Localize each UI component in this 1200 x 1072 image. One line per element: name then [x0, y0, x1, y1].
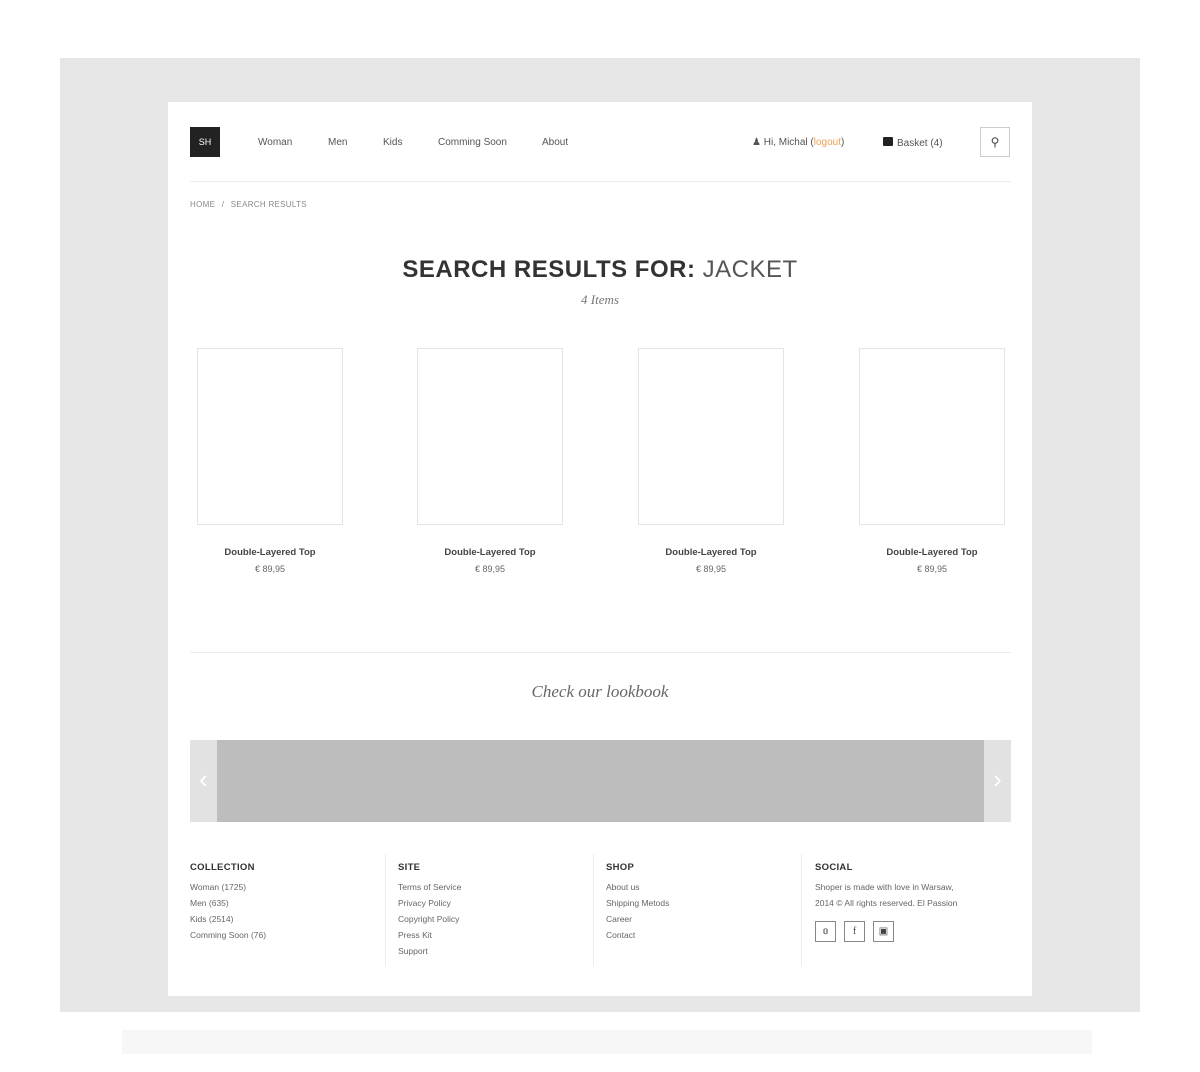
search-query: JACKET [702, 256, 798, 283]
greeting-text: Hi, Michal ( [763, 137, 814, 148]
footer-link[interactable]: Contact [606, 927, 669, 943]
page-card: SH Woman Men Kids Comming Soon About ♟ H… [168, 102, 1032, 996]
product-card[interactable]: Double-Layered Top € 89,95 [638, 348, 784, 574]
product-price: € 89,95 [916, 564, 948, 574]
footer-divider [801, 854, 802, 966]
basket-link[interactable]: Basket (4) [883, 137, 943, 149]
product-card[interactable]: Double-Layered Top € 89,95 [197, 348, 343, 574]
chevron-left-icon[interactable]: ‹ [190, 764, 217, 795]
footer-heading: SOCIAL [815, 862, 853, 873]
backdrop-shadow [122, 1030, 1092, 1054]
result-count: 4 Items [581, 292, 619, 307]
twitter-icon[interactable]: 𝕠 [815, 921, 836, 942]
product-name[interactable]: Double-Layered Top [859, 547, 1005, 558]
product-name[interactable]: Double-Layered Top [417, 547, 563, 558]
chevron-right-icon[interactable]: › [984, 764, 1011, 795]
basket-label: Basket (4) [897, 138, 943, 149]
footer-link[interactable]: Press Kit [398, 927, 461, 943]
footer-link[interactable]: Comming Soon (76) [190, 927, 266, 943]
greeting-end: ) [841, 137, 845, 148]
footer-link[interactable]: Terms of Service [398, 879, 461, 895]
footer-link[interactable]: Shipping Metods [606, 895, 669, 911]
page-title: SEARCH RESULTS FOR: JACKET [168, 256, 1032, 284]
footer-link[interactable]: Men (635) [190, 895, 266, 911]
nav-woman[interactable]: Woman [258, 137, 292, 148]
footer-link[interactable]: Copyright Policy [398, 911, 461, 927]
footer-social: SOCIAL Shoper is made with love in Warsa… [815, 860, 957, 942]
logo[interactable]: SH [190, 127, 220, 157]
product-price: € 89,95 [254, 564, 286, 574]
footer-link[interactable]: Support [398, 943, 461, 959]
logout-link[interactable]: logout [814, 137, 841, 148]
nav-about[interactable]: About [542, 137, 568, 148]
product-image[interactable] [859, 348, 1005, 525]
breadcrumb: HOME / SEARCH RESULTS [190, 200, 307, 209]
footer-text: 2014 © All rights reserved. El Passion [815, 898, 958, 908]
footer-link[interactable]: Woman (1725) [190, 879, 266, 895]
nav-men[interactable]: Men [328, 137, 347, 148]
carousel-slide[interactable] [217, 740, 984, 822]
footer-collection: COLLECTION Woman (1725) Men (635) Kids (… [190, 860, 266, 943]
search-button[interactable]: ⚲ [980, 127, 1010, 157]
user-icon: ♟ [752, 137, 761, 148]
product-price: € 89,95 [695, 564, 727, 574]
product-image[interactable] [417, 348, 563, 525]
lookbook-carousel: ‹ › [190, 740, 1011, 822]
breadcrumb-current: SEARCH RESULTS [230, 200, 307, 209]
footer-divider [385, 854, 386, 966]
footer-heading: SHOP [606, 862, 635, 873]
footer-link[interactable]: Career [606, 911, 669, 927]
user-greeting: ♟ Hi, Michal (logout) [752, 137, 844, 148]
footer-heading: COLLECTION [190, 862, 255, 873]
footer-heading: SITE [398, 862, 421, 873]
footer-site: SITE Terms of Service Privacy Policy Cop… [398, 860, 461, 959]
search-label: SEARCH RESULTS FOR: [402, 256, 696, 283]
header-divider [190, 181, 1011, 182]
product-price: € 89,95 [474, 564, 506, 574]
product-card[interactable]: Double-Layered Top € 89,95 [417, 348, 563, 574]
basket-icon [883, 137, 893, 146]
breadcrumb-home[interactable]: HOME [190, 200, 215, 209]
footer-text: Shoper is made with love in Warsaw, [815, 882, 954, 892]
facebook-icon[interactable]: f [844, 921, 865, 942]
search-icon: ⚲ [990, 135, 1000, 149]
instagram-icon[interactable]: ▣ [873, 921, 894, 942]
footer-link[interactable]: About us [606, 879, 669, 895]
footer-divider [593, 854, 594, 966]
product-name[interactable]: Double-Layered Top [638, 547, 784, 558]
nav-kids[interactable]: Kids [383, 137, 402, 148]
footer-link[interactable]: Privacy Policy [398, 895, 461, 911]
nav-comming-soon[interactable]: Comming Soon [438, 137, 507, 148]
footer-shop: SHOP About us Shipping Metods Career Con… [606, 860, 669, 943]
product-name[interactable]: Double-Layered Top [197, 547, 343, 558]
lookbook-title: Check our lookbook [531, 682, 669, 701]
section-divider [190, 652, 1011, 653]
breadcrumb-separator: / [221, 200, 225, 209]
product-card[interactable]: Double-Layered Top € 89,95 [859, 348, 1005, 574]
product-image[interactable] [638, 348, 784, 525]
footer-link[interactable]: Kids (2514) [190, 911, 266, 927]
product-image[interactable] [197, 348, 343, 525]
